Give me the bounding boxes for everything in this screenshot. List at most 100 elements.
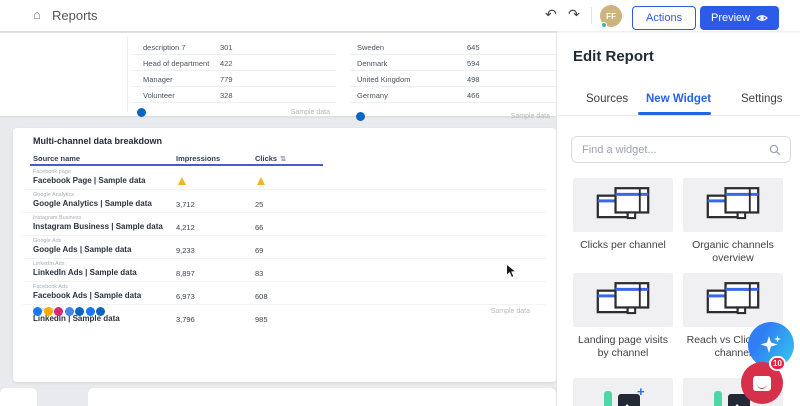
sample-data-label: Sample data [510,113,550,120]
widget-card-landing-page-visits[interactable]: Landing page visits by channel [573,273,673,360]
table-row: Manager 779 [131,71,336,87]
presence-dot [601,22,607,28]
toolbar-divider [591,7,592,24]
table-row: Facebook page Facebook Page | Sample dat… [23,167,546,190]
row-source: Instagram Business | Sample data [33,222,163,231]
sample-data-label: Sample data [290,109,330,116]
sparkle-icon [760,335,781,353]
chat-bubble-icon [753,375,771,391]
row-label: Head of department [143,59,210,68]
table-row: description 7 301 [131,39,336,55]
table-widget-icon [706,282,760,315]
row-label: description 7 [143,43,186,52]
column-header-source: Source name [33,154,81,163]
chat-unread-badge: 10 [769,356,786,371]
undo-icon[interactable]: ↶ [545,6,557,23]
home-icon[interactable]: ⌂ [33,7,41,22]
row-value: 594 [467,59,480,68]
row-channel: Facebook Ads [33,284,68,290]
table-row: Google Analytics Google Analytics | Samp… [23,190,546,213]
multi-channel-widget[interactable]: Multi-channel data breakdown Source name… [13,128,556,382]
search-icon [769,144,781,156]
header-underline [30,164,323,166]
tab-new-widget[interactable]: New Widget [646,93,711,105]
facebook-icon [33,307,42,316]
row-value: 779 [220,75,233,84]
column-header-impressions: Impressions [176,154,221,163]
row-source: LinkedIn Ads | Sample data [33,268,137,277]
table-widget-icon [596,187,650,220]
table-row: Google Ads Google Ads | Sample data 9,23… [23,236,546,259]
table-widget-departments[interactable]: description 7 301 Head of department 422… [131,39,336,117]
app-window: ⌂ Reports ↶ ↷ FF Actions Preview descrip… [0,0,800,406]
row-label: Manager [143,75,173,84]
sample-data-label: Sample data [490,308,530,315]
column-header-clicks: Clicks ⇅ [255,154,286,163]
row-value: 301 [220,43,233,52]
table-widget-icon [596,282,650,315]
row-clicks: 83 [255,269,264,278]
row-channel: Instagram Business [33,215,82,221]
widget-card-label: Organic channels overview [692,239,774,264]
row-impressions: 4,212 [176,223,195,232]
facebook-ads-icon [85,307,95,316]
widget-search [571,136,791,163]
row-source: Google Analytics | Sample data [33,199,152,208]
table-widget-countries[interactable]: Sweden 645 Denmark 594 United Kingdom 49… [350,39,556,121]
panel-divider [557,115,800,116]
report-page-top-card[interactable]: description 7 301 Head of department 422… [0,33,556,121]
next-widget-stub[interactable] [0,388,37,406]
table-row: Instagram Business Instagram Business | … [23,213,546,236]
table-row: Volunteer 328 [131,87,336,103]
row-channel: Facebook page [33,169,71,175]
table-row: Sweden 645 [350,39,556,55]
row-channel: Google Ads [33,238,62,244]
widget-card-organic-channels[interactable]: Organic channels overview [683,178,783,265]
top-toolbar: ⌂ Reports ↶ ↷ FF Actions Preview [0,0,800,31]
widget-title: Multi-channel data breakdown [33,136,163,146]
panel-title: Edit Report [573,48,654,65]
search-input[interactable] [582,137,762,162]
svg-text:+: + [637,385,645,399]
warning-icon [257,177,265,185]
row-clicks: 66 [255,223,264,232]
row-channel: Google Analytics [33,192,74,198]
widget-card-label: Landing page visits by channel [578,334,668,359]
row-source: Google Ads | Sample data [33,245,132,254]
table-row: Germany 466 [350,87,556,103]
eye-icon [756,15,769,21]
sort-icon[interactable]: ⇅ [280,156,286,163]
row-label: Denmark [357,59,388,68]
table-row: United Kingdom 498 [350,71,556,87]
actions-button[interactable]: Actions [632,6,697,30]
row-clicks: 25 [255,200,264,209]
preview-button-label: Preview [711,12,751,24]
preview-button[interactable]: Preview [700,6,780,30]
tab-settings[interactable]: Settings [741,93,783,105]
row-impressions: 8,897 [176,269,195,278]
row-source: Facebook Ads | Sample data [33,291,142,300]
table-row: LinkedIn Ads LinkedIn Ads | Sample data … [23,259,546,282]
widget-card-clicks-per-channel[interactable]: Clicks per channel [573,178,673,252]
linkedin-ads-icon [75,307,84,316]
row-value: 422 [220,59,233,68]
warning-icon [178,177,186,185]
widget-card-label: Clicks per channel [580,239,666,251]
next-widget-stub[interactable] [88,388,556,406]
redo-icon[interactable]: ↷ [568,6,580,23]
row-impressions: 6,973 [176,292,195,301]
google-analytics-icon [43,307,53,316]
table-row: Head of department 422 [131,55,336,71]
image-widget-icon: + [604,385,645,406]
card-divider [127,36,128,112]
row-label: Germany [357,91,388,100]
row-source: Facebook Page | Sample data [33,176,146,185]
row-clicks: 69 [255,246,264,255]
row-label: United Kingdom [357,75,411,84]
linkedin-icon [137,108,146,117]
widget-card-partial[interactable]: + [573,378,673,406]
row-channel: LinkedIn Ads [33,261,65,267]
row-impressions: 9,233 [176,246,195,255]
tab-sources[interactable]: Sources [586,93,628,105]
row-value: 645 [467,43,480,52]
